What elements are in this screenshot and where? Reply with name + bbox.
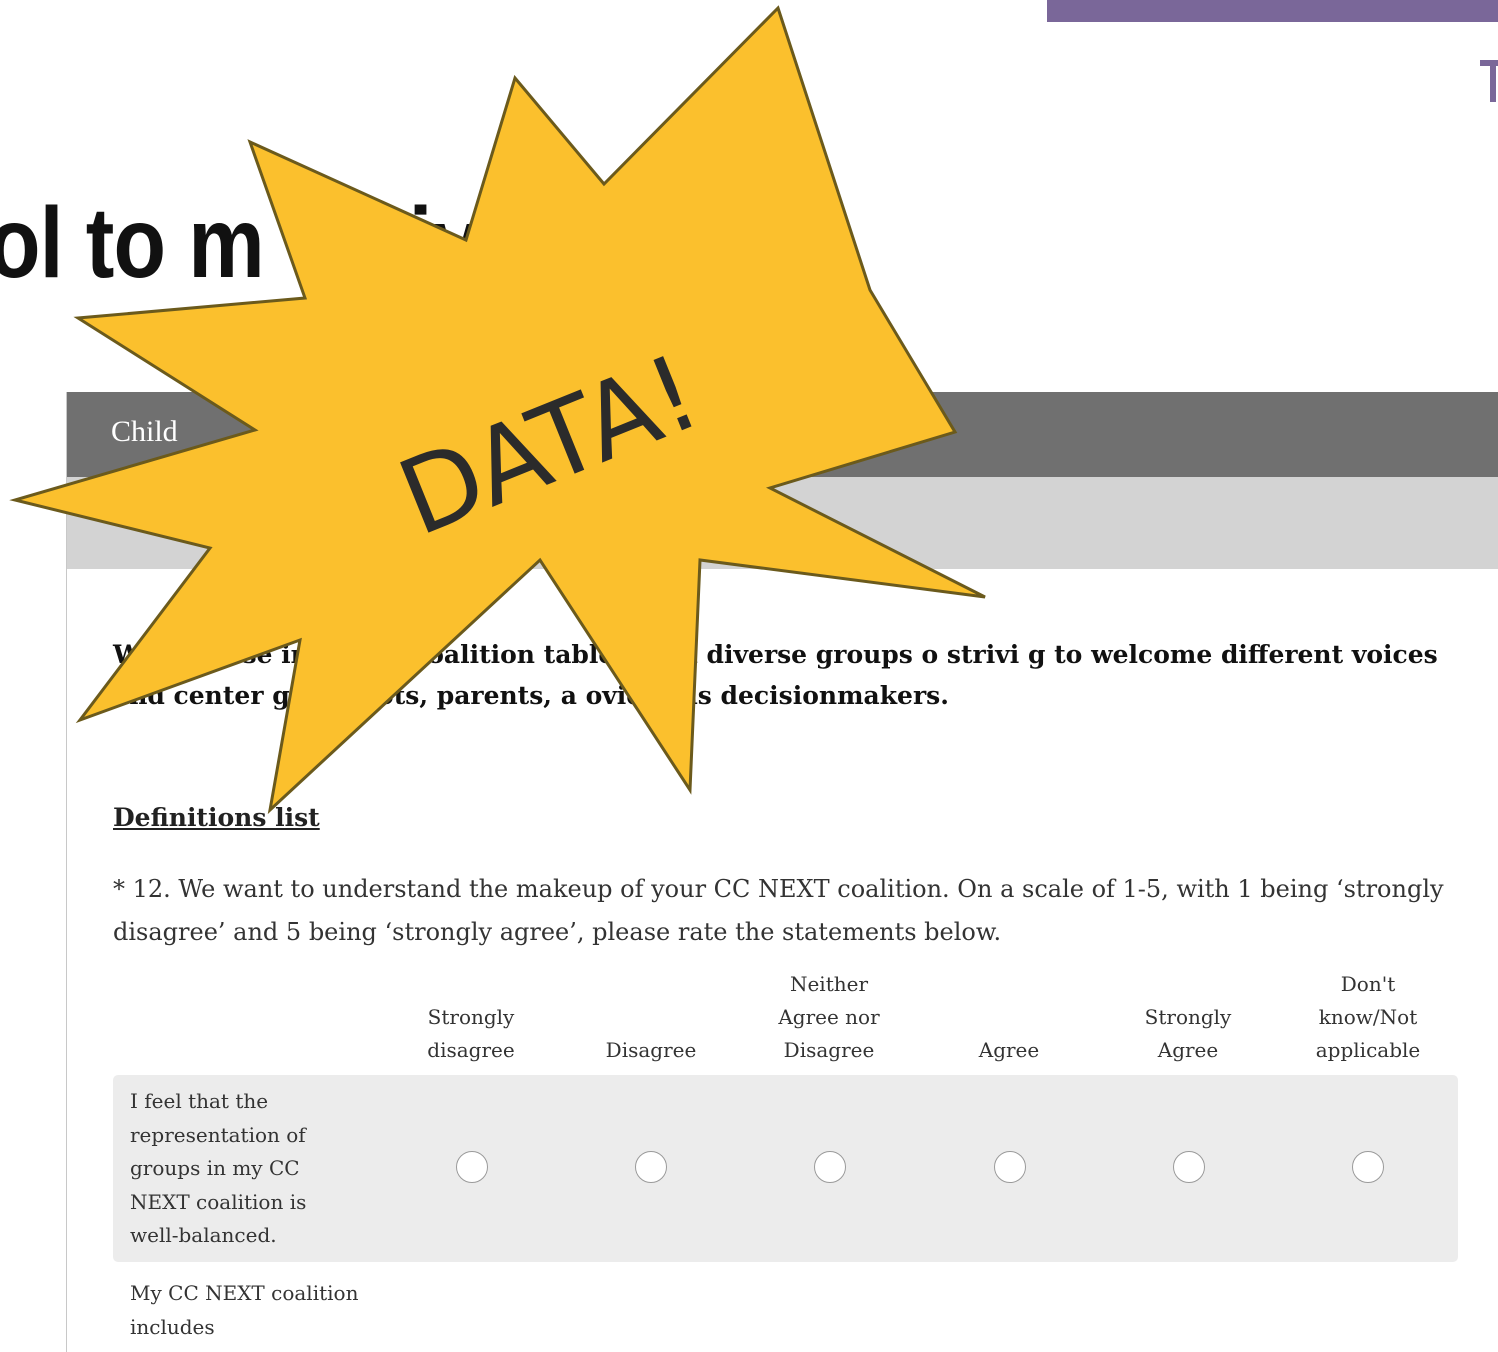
- matrix-row: My CC NEXT coalition includes: [113, 1267, 1458, 1347]
- column-header: Disagree: [605, 1038, 697, 1062]
- survey-subheader: [67, 477, 1498, 569]
- column-header: Agree: [978, 1038, 1040, 1062]
- radio-agree[interactable]: [994, 1151, 1026, 1183]
- row-label: I feel that the representation of groups…: [130, 1089, 307, 1247]
- slide-title: ol to m ective Power: [0, 187, 803, 299]
- radio-strongly-agree[interactable]: [1173, 1151, 1205, 1183]
- radio-neither[interactable]: [814, 1151, 846, 1183]
- column-header: Strongly disagree: [427, 1005, 515, 1062]
- survey-screenshot: Child W es are se ing their coalition ta…: [66, 392, 1498, 1352]
- intro-text: W es are se ing their coalition tables w…: [113, 640, 1438, 710]
- survey-header: Child: [67, 392, 1498, 477]
- top-accent-bar: [1047, 0, 1498, 22]
- matrix-row: I feel that the representation of groups…: [113, 1075, 1458, 1262]
- row-label: My CC NEXT coalition includes: [130, 1281, 359, 1339]
- column-header: Strongly Agree: [1144, 1005, 1232, 1062]
- radio-strongly-disagree[interactable]: [456, 1151, 488, 1183]
- radio-not-applicable[interactable]: [1352, 1151, 1384, 1183]
- radio-disagree[interactable]: [635, 1151, 667, 1183]
- definitions-link[interactable]: Definitions list: [113, 803, 320, 832]
- question-text: * 12. We want to understand the makeup o…: [113, 875, 1444, 946]
- column-header: Neither Agree nor Disagree: [778, 972, 880, 1062]
- column-header: Don't know/Not applicable: [1315, 972, 1421, 1062]
- corner-mark: [1480, 60, 1498, 102]
